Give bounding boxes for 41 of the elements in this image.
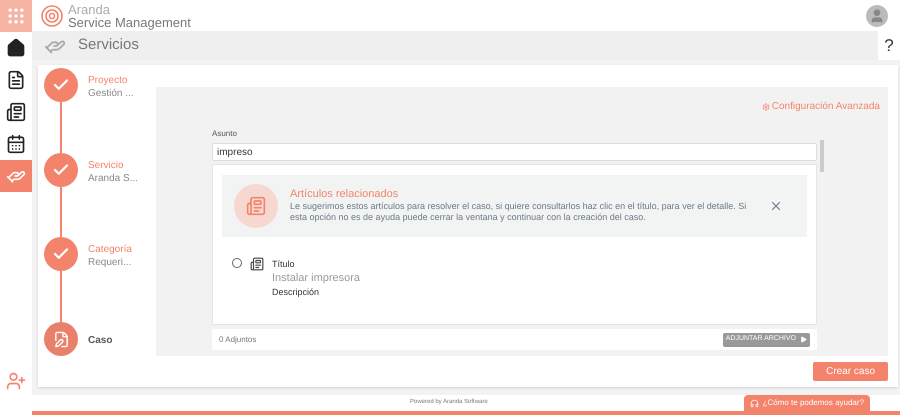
step-subtitle: Requeri... — [88, 256, 132, 270]
attachments-count: 0 Adjuntos — [219, 334, 256, 346]
field-label: Asunto — [212, 128, 238, 140]
gear-icon — [762, 102, 770, 110]
logo-icon — [40, 4, 64, 28]
scrollbar — [820, 140, 824, 172]
close-icon — [769, 199, 783, 213]
avatar[interactable] — [866, 4, 888, 27]
article-description-label: Descripción — [272, 286, 320, 299]
banner-text: Le sugerimos estos artículos para resolver el caso, si quiere consultarlos haz clic en el título, para ver el detalle. Si esta opción no es de ayuda puede cerrar la ventana y continuar con la creación del caso. — [290, 201, 748, 223]
apps-icon — [6, 6, 26, 26]
step-title: Servicio — [88, 158, 125, 172]
add-user-icon[interactable] — [6, 371, 26, 391]
brand-product: Service Management — [68, 16, 191, 29]
play-icon — [800, 336, 807, 343]
radio-button[interactable] — [232, 258, 242, 268]
document-icon — [6, 70, 26, 90]
banner-title: Artículos relacionados — [290, 189, 400, 200]
newspaper-icon — [6, 102, 26, 122]
step-title: Categoría — [88, 243, 132, 256]
close-button[interactable] — [769, 199, 783, 213]
headset-icon — [750, 398, 759, 408]
article-title-link[interactable]: Instalar impresora — [272, 271, 360, 285]
create-case-button[interactable]: Crear caso — [813, 362, 888, 381]
step-title: Caso — [88, 334, 112, 348]
page-title: Servicios — [78, 35, 139, 56]
step-subtitle: Aranda S... — [88, 172, 138, 185]
home-icon — [6, 38, 26, 58]
subject-field[interactable]: impreso — [212, 143, 817, 161]
advanced-settings-link[interactable]: Configuración Avanzada — [762, 99, 880, 114]
help-button[interactable]: ? — [878, 31, 900, 60]
help-chat-button[interactable]: ¿Cómo te podemos ayudar? — [744, 395, 870, 411]
article-title-label: Título — [272, 258, 296, 271]
calendar-icon — [6, 134, 26, 154]
brand-name: Aranda — [68, 2, 111, 16]
newspaper-icon — [250, 257, 264, 271]
newspaper-icon — [246, 196, 266, 216]
edit-icon — [52, 330, 70, 348]
person-icon — [869, 8, 885, 24]
step-subtitle: Gestión ... — [88, 87, 134, 100]
step-title: Proyecto — [88, 74, 128, 87]
